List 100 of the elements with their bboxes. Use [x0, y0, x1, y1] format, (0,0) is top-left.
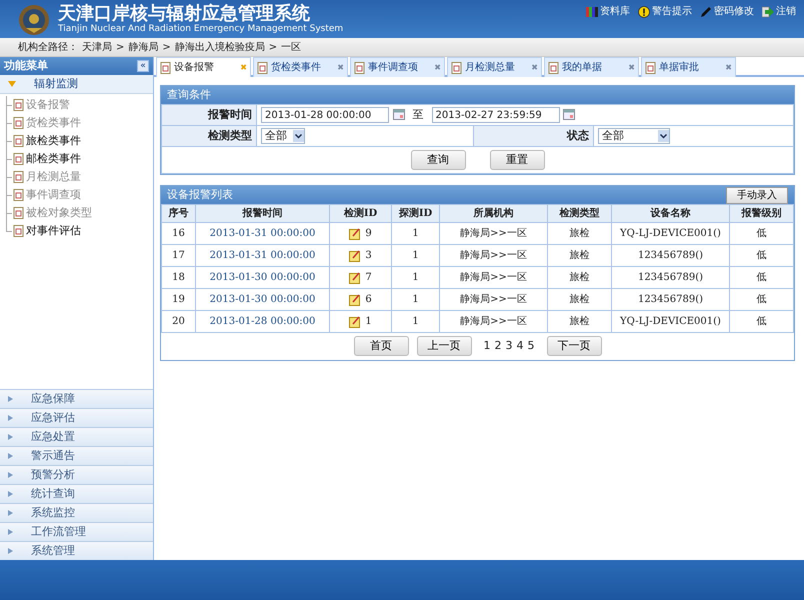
- table-cell: 123456789(): [612, 244, 730, 266]
- tab[interactable]: 单据审批 ✖: [641, 57, 736, 77]
- table-cell: 旅检: [548, 310, 612, 332]
- dropdown[interactable]: 全部: [261, 128, 305, 144]
- table-cell: YQ-LJ-DEVICE001(): [612, 310, 730, 332]
- pager-button[interactable]: 下一页: [546, 336, 602, 356]
- query-button[interactable]: 重置: [490, 150, 544, 170]
- table-cell: 123456789(): [612, 266, 730, 288]
- table-cell: 低: [730, 266, 794, 288]
- table-cell[interactable]: 7: [365, 270, 372, 285]
- edit-icon: [349, 228, 362, 240]
- table-cell: 16: [162, 222, 196, 244]
- page-link[interactable]: 3: [506, 338, 512, 354]
- table-cell: 20: [162, 310, 196, 332]
- tab[interactable]: 月检测总量 ✖: [447, 57, 542, 77]
- table-cell: 2013-01-30 00:00:00: [196, 288, 330, 310]
- date-field[interactable]: 2013-01-28 00:00:00: [261, 107, 389, 124]
- breadcrumb-separator: >: [116, 40, 124, 54]
- calendar-icon: [392, 109, 404, 120]
- menu-group[interactable]: 预警分析: [0, 465, 153, 484]
- pager-button[interactable]: 首页: [354, 336, 408, 356]
- pen-icon: [700, 6, 712, 18]
- breadcrumb-item[interactable]: 静海局: [128, 40, 158, 54]
- page-link[interactable]: 5: [528, 338, 534, 354]
- table-cell[interactable]: 6: [365, 292, 372, 307]
- edit-icon: [349, 250, 362, 262]
- menu-group[interactable]: 统计查询: [0, 484, 153, 503]
- table-cell: 静海局>>一区: [440, 244, 548, 266]
- document-icon: [13, 99, 24, 111]
- table-cell: 1: [392, 288, 440, 310]
- query-button[interactable]: 查询: [410, 150, 466, 170]
- document-icon: [13, 189, 24, 201]
- table-cell: 1: [392, 310, 440, 332]
- tab[interactable]: 设备报警 ✖: [156, 57, 251, 77]
- breadcrumb-item[interactable]: 一区: [281, 40, 302, 54]
- caret-down-icon: [8, 80, 16, 88]
- edit-icon: [349, 272, 362, 284]
- caret-right-icon: [8, 529, 13, 535]
- table-cell: 低: [730, 310, 794, 332]
- menu-section-header[interactable]: 辐射监测: [0, 75, 153, 94]
- table-cell: 2013-01-31 00:00:00: [196, 244, 330, 266]
- dropdown[interactable]: 全部: [598, 128, 670, 144]
- table-cell: 旅检: [548, 266, 612, 288]
- table-cell[interactable]: 1: [365, 314, 372, 329]
- manual-entry-button[interactable]: 手动录入: [726, 186, 788, 204]
- table-cell: 旅检: [548, 288, 612, 310]
- pager-button[interactable]: 上一页: [416, 336, 472, 356]
- table-cell[interactable]: 3: [365, 248, 372, 263]
- field-label: 检测类型: [162, 126, 256, 146]
- breadcrumb-item[interactable]: 静海出入境检验疫局: [174, 40, 265, 54]
- breadcrumb-item[interactable]: 天津局: [82, 40, 112, 54]
- menu-group[interactable]: 应急评估: [0, 408, 153, 427]
- column-header: 探测ID: [392, 204, 440, 222]
- column-header: 报警时间: [196, 204, 330, 222]
- table-cell: 19: [162, 288, 196, 310]
- table-cell: 低: [730, 244, 794, 266]
- page-link[interactable]: 1: [484, 338, 490, 354]
- document-icon: [13, 207, 24, 219]
- menu-group[interactable]: 工作流管理: [0, 522, 153, 541]
- page-link[interactable]: 2: [494, 338, 502, 354]
- breadcrumb-separator: >: [268, 40, 278, 54]
- table-cell: 低: [730, 222, 794, 244]
- page-link[interactable]: 4: [516, 338, 524, 354]
- table-cell: 2013-01-31 00:00:00: [196, 222, 330, 244]
- menu-group[interactable]: 应急处置: [0, 427, 153, 446]
- table-cell[interactable]: 9: [365, 226, 372, 241]
- table-cell: 低: [730, 288, 794, 310]
- top-link[interactable]: 资料库: [586, 4, 630, 19]
- column-header: 设备名称: [612, 204, 730, 222]
- menu-group[interactable]: 系统监控: [0, 503, 153, 522]
- caret-right-icon: [8, 472, 13, 478]
- caret-right-icon: [8, 434, 13, 440]
- emblem-icon: [18, 4, 50, 36]
- table-cell: 静海局>>一区: [440, 310, 548, 332]
- breadcrumb-separator: >: [162, 40, 171, 54]
- edit-icon: [349, 294, 362, 306]
- column-header: 所属机构: [440, 204, 548, 222]
- column-header: 检测类型: [548, 204, 612, 222]
- collapse-button[interactable]: «: [137, 60, 149, 72]
- tab[interactable]: 事件调查项 ✖: [350, 57, 445, 77]
- document-icon: [257, 62, 268, 74]
- edit-icon: [349, 316, 362, 328]
- table-cell: 旅检: [548, 244, 612, 266]
- top-link[interactable]: 密码修改: [700, 4, 754, 19]
- menu-group[interactable]: 系统管理: [0, 541, 153, 560]
- table-cell: 1: [392, 222, 440, 244]
- warning-icon: [638, 6, 650, 18]
- table-cell: 2013-01-28 00:00:00: [196, 310, 330, 332]
- document-icon: [13, 135, 24, 147]
- document-icon: [354, 62, 365, 74]
- document-icon: [160, 62, 171, 74]
- document-icon: [13, 171, 24, 183]
- tab[interactable]: 货检类事件 ✖: [253, 57, 348, 77]
- tab[interactable]: 我的单据 ✖: [544, 57, 639, 77]
- date-field[interactable]: 2013-02-27 23:59:59: [432, 107, 560, 124]
- top-link[interactable]: 注销: [762, 4, 796, 19]
- top-link[interactable]: 警告提示: [638, 4, 692, 19]
- column-header: 报警级别: [730, 204, 794, 222]
- menu-group[interactable]: 警示通告: [0, 446, 153, 465]
- menu-group[interactable]: 应急保障: [0, 389, 153, 408]
